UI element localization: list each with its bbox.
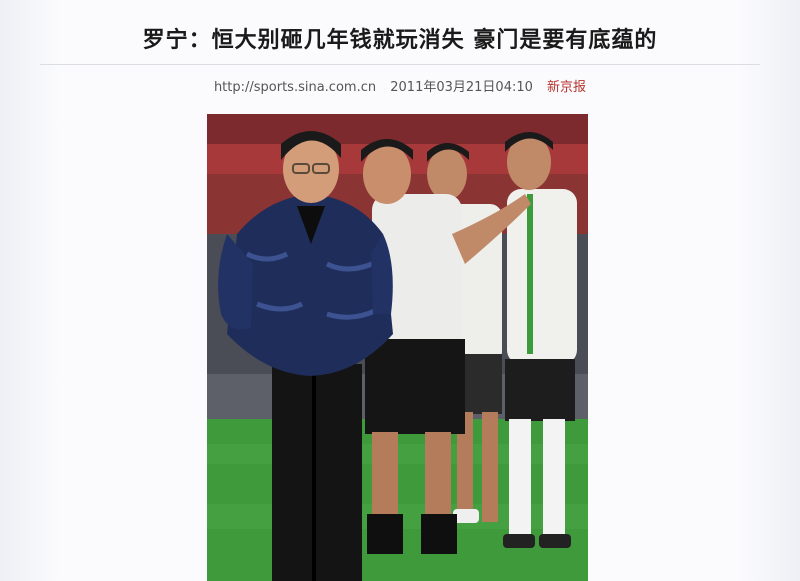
headline-divider [40, 64, 760, 65]
article-meta: http://sports.sina.com.cn 2011年03月21日04:… [0, 76, 800, 95]
article-photo [207, 114, 588, 581]
publish-datetime: 2011年03月21日04:10 [390, 80, 533, 95]
article-headline: 罗宁：恒大别砸几年钱就玩消失 豪门是要有底蕴的 [142, 28, 658, 53]
publisher-link[interactable]: 新京报 [547, 80, 586, 95]
article-page: 罗宁：恒大别砸几年钱就玩消失 豪门是要有底蕴的 http://sports.si… [0, 0, 800, 581]
source-link[interactable]: http://sports.sina.com.cn [214, 80, 376, 95]
